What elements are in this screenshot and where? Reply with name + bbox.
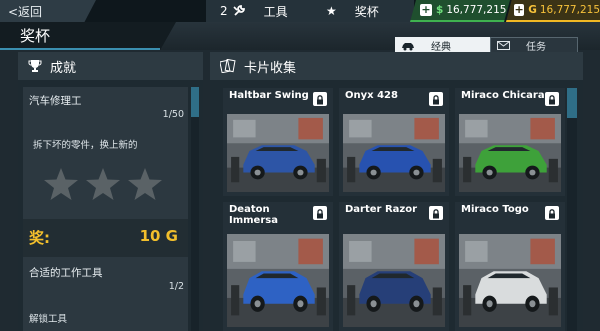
gold-coin-icon: G [528,4,537,16]
star-rating [43,167,163,201]
achievement-progress: 1/50 [162,109,184,120]
achievement-name: 合适的工作工具 [29,267,103,279]
car-card-image [227,114,329,192]
title-strip: 奖杯 经典 任务 [0,22,600,54]
car-card[interactable]: Miraco Togo [455,202,565,331]
achievement-description: 拆下坏的零件，换上新的 [33,140,138,151]
cash-balance[interactable]: + $ 16,777,215 [410,0,510,22]
achievement-progress: 1/2 [168,281,184,292]
star-icon [44,168,78,200]
car-card[interactable]: Deaton Immersa [223,202,333,331]
car-card-title: Deaton Immersa [229,204,278,226]
car-card-title: Miraco Togo [461,204,529,215]
tools-label: 工具 [263,4,288,19]
car-card-image [227,234,329,327]
achievements-scrollbar[interactable] [191,87,199,331]
achievements-header: 成就 [18,52,203,80]
achievements-title: 成就 [50,60,77,76]
reward-value: 10 G [139,227,178,245]
trophy-icon [28,60,42,72]
car-card[interactable]: Onyx 428 [339,88,449,196]
car-icon [402,42,414,50]
tools-count: 2 [220,4,228,18]
tab-missions-label: 任务 [526,42,546,53]
top-bar: <返回 2 工具 ★ 奖杯 + $ 16,777,215 + G 16,777,… [0,0,600,22]
car-card-title: Onyx 428 [345,90,398,101]
page-title: 奖杯 [0,22,176,50]
car-card[interactable]: Miraco Chicara [455,88,565,196]
cards-scrollbar[interactable] [567,88,577,331]
card-collection-panel: 卡片收集 Haltbar Swing Onyx 428 Miraco Chica… [210,52,583,331]
dollar-icon: $ [436,4,444,16]
scrollbar-thumb[interactable] [567,88,577,118]
car-card-title: Darter Razor [345,204,418,215]
scrollbar-thumb[interactable] [191,87,199,117]
car-card-image [459,234,561,327]
achievements-panel: 成就 汽车修理工 1/50 拆下坏的零件，换上新的 奖: 10 G 合适的工作工… [18,52,203,331]
lock-icon [429,206,443,220]
car-card[interactable]: Haltbar Swing [223,88,333,196]
trophy-label: 奖杯 [354,4,379,19]
car-card-title: Miraco Chicara [461,90,545,101]
car-card-title: Haltbar Swing [229,90,309,101]
wrench-icon [233,5,245,16]
star-icon [128,168,162,200]
lock-icon [313,206,327,220]
car-card[interactable]: Darter Razor [339,202,449,331]
achievement-name: 汽车修理工 [29,95,82,107]
car-card-image [343,234,445,327]
gold-balance[interactable]: + G 16,777,215 [506,0,600,22]
card-collection-title: 卡片收集 [244,60,297,76]
lock-icon [545,92,559,106]
back-button[interactable]: <返回 [0,0,96,22]
gold-value: 16,777,215 [539,4,600,16]
add-cash-icon[interactable]: + [420,4,432,16]
star-icon [86,168,120,200]
lock-icon [429,92,443,106]
achievement-card[interactable]: 合适的工作工具 1/2 解锁工具 [23,257,188,331]
cards-icon [220,59,236,73]
trophy-tab[interactable]: ★ 奖杯 [318,0,414,22]
card-collection-header: 卡片收集 [210,52,583,80]
lock-icon [545,206,559,220]
lock-icon [313,92,327,106]
car-card-image [343,114,445,192]
star-icon: ★ [326,4,337,18]
reward-row: 奖: 10 G [23,219,188,257]
tab-classic-label: 经典 [431,42,451,53]
achievement-card[interactable]: 汽车修理工 1/50 拆下坏的零件，换上新的 奖: 10 G [23,87,188,263]
cash-value: 16,777,215 [446,4,507,16]
envelope-icon [497,41,510,50]
add-gold-icon[interactable]: + [514,4,525,16]
achievement-description: 解锁工具 [29,314,68,325]
car-card-image [459,114,561,192]
tools-counter[interactable]: 2 工具 [206,0,318,22]
reward-label: 奖: [29,229,50,247]
